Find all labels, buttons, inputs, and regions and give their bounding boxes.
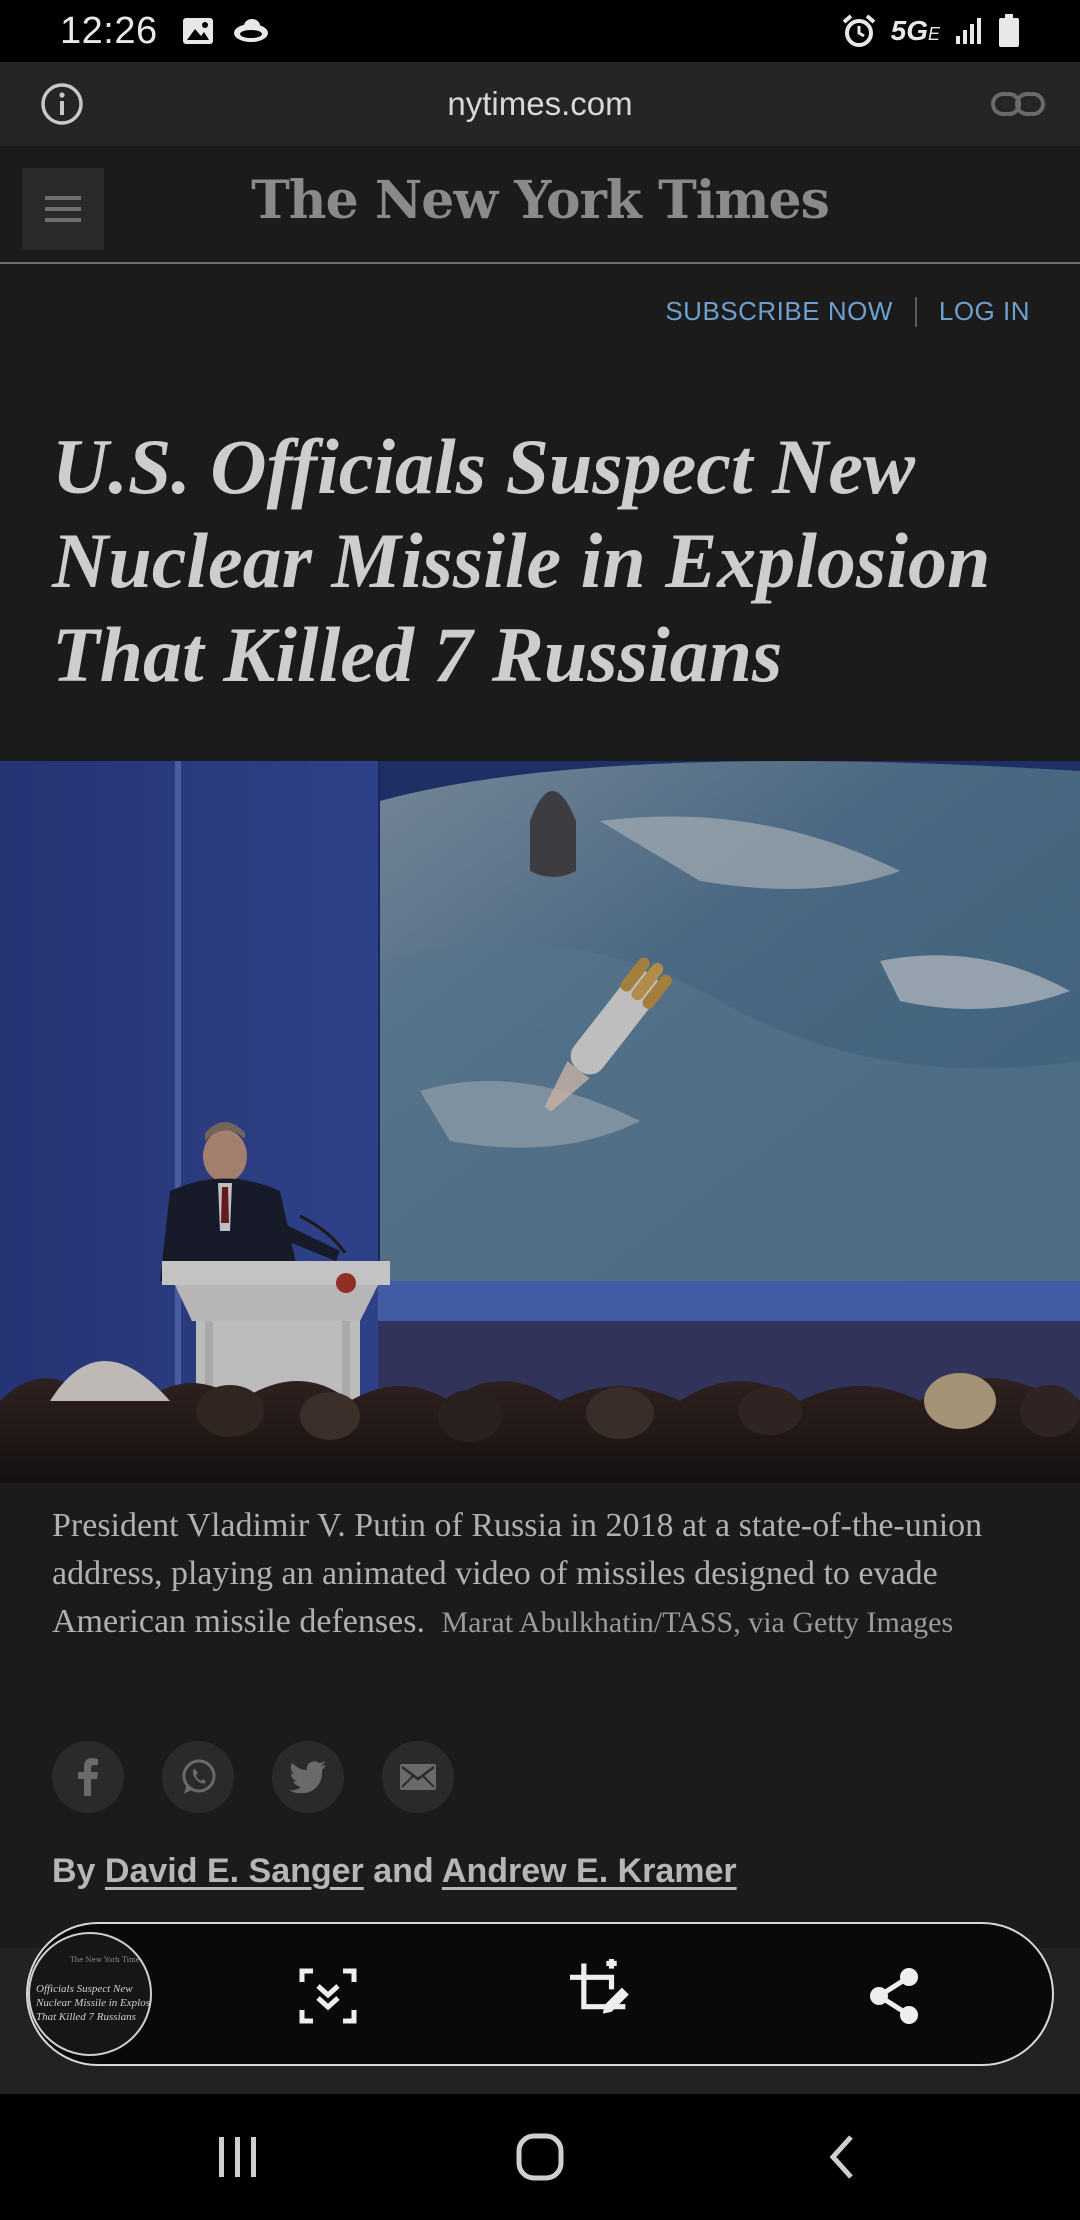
recent-apps-icon[interactable] (208, 2132, 268, 2182)
share-icon[interactable] (862, 1964, 926, 2028)
browser-url-bar[interactable]: nytimes.com (0, 62, 1080, 146)
thumbnail-text: Officials Suspect New Nuclear Missile in… (36, 1983, 152, 2023)
scroll-capture-icon[interactable] (296, 1964, 360, 2028)
auth-links: SUBSCRIBE NOW LOG IN (665, 296, 1030, 327)
system-nav-bar (0, 2094, 1080, 2220)
masthead-logo[interactable]: The New York Times (0, 170, 1080, 231)
screenshot-thumbnail[interactable]: The New York Times Officials Suspect New… (28, 1932, 152, 2056)
share-buttons (52, 1741, 454, 1813)
byline-prefix: By (52, 1852, 96, 1890)
divider (914, 296, 917, 327)
back-icon[interactable] (812, 2132, 872, 2182)
signal-icon (956, 18, 981, 44)
status-bar: 12:26 5GE (0, 0, 1080, 62)
site-header: The New York Times (0, 146, 1080, 264)
link-icon[interactable] (990, 86, 1046, 122)
alarm-icon (842, 14, 875, 47)
byline-and: and (373, 1852, 434, 1890)
url-text[interactable]: nytimes.com (447, 85, 632, 123)
thumbnail-masthead: The New York Times (70, 1956, 144, 1964)
photo-credit: Marat Abulkhatin/TASS, via Getty Images (441, 1606, 954, 1639)
article-headline: U.S. Officials Suspect New Nuclear Missi… (52, 423, 991, 698)
image-icon (182, 18, 213, 44)
info-icon[interactable] (40, 82, 84, 126)
article-byline: By David E. Sanger and Andrew E. Kramer (52, 1852, 737, 1891)
photo-caption: President Vladimir V. Putin of Russia in… (52, 1502, 1042, 1647)
subscribe-link[interactable]: SUBSCRIBE NOW (665, 296, 893, 327)
whatsapp-icon[interactable] (162, 1741, 234, 1813)
status-time: 12:26 (60, 9, 158, 52)
battery-icon (999, 14, 1019, 47)
facebook-icon[interactable] (52, 1741, 124, 1813)
twitter-icon[interactable] (272, 1741, 344, 1813)
author-link-sanger[interactable]: David E. Sanger (105, 1852, 364, 1890)
article-photo (0, 761, 1080, 1483)
cloud-icon (233, 19, 268, 42)
screenshot-toolbar: The New York Times Officials Suspect New… (26, 1922, 1054, 2066)
crop-edit-icon[interactable] (570, 1959, 634, 2024)
network-type: 5GE (890, 15, 940, 46)
email-icon[interactable] (382, 1741, 454, 1813)
author-link-kramer[interactable]: Andrew E. Kramer (442, 1852, 737, 1890)
home-icon[interactable] (510, 2132, 570, 2182)
login-link[interactable]: LOG IN (939, 296, 1030, 327)
